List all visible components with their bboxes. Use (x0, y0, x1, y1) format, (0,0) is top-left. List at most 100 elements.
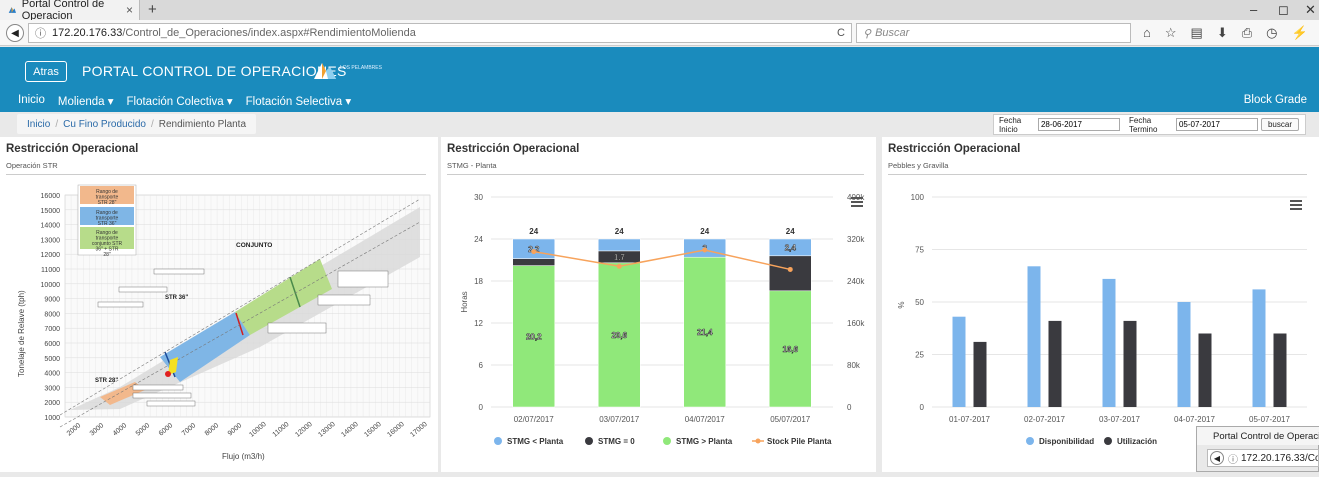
x-tick-label: 03-07-2017 (1099, 415, 1140, 424)
diagram-xtick-label: 13000 (317, 421, 336, 439)
x-tick-label: 01-07-2017 (949, 415, 990, 424)
bar-segment (598, 238, 641, 252)
new-tab-button[interactable]: + (148, 1, 157, 18)
diagram-ytick-label: 7000 (44, 326, 60, 333)
bar-utilizacion (1273, 333, 1287, 407)
diagram-ytick-label: 4000 (44, 371, 60, 378)
label-str36: STR 36" (165, 295, 188, 301)
diagram-ytick-label: 9000 (44, 297, 60, 304)
reading-list-icon[interactable]: ▤ (1191, 25, 1203, 41)
x-tick-label: 04-07-2017 (1174, 415, 1215, 424)
back-arrow-icon[interactable]: ◀ (6, 24, 24, 42)
second-window-address-bar[interactable]: ◀ ⓘ 172.20.176.33/Co (1207, 449, 1319, 467)
diagram-xtick-label: 7000 (181, 422, 198, 437)
history-icon[interactable]: ◷ (1266, 25, 1277, 41)
x-tick-label: 02-07-2017 (1024, 415, 1065, 424)
stock-pile-point (616, 263, 622, 269)
stock-pile-point (531, 249, 537, 255)
legend-entry: Rango de transporte STR 28" (96, 189, 119, 206)
reload-icon[interactable]: C (837, 27, 845, 39)
minimize-button[interactable]: – (1250, 2, 1257, 17)
legend-item: Stock Pile Planta (767, 437, 832, 446)
panel-operacion-str: Restricción Operacional Operación STR Ra… (0, 137, 438, 472)
breadcrumb-current: Rendimiento Planta (158, 118, 247, 130)
portal-title: PORTAL CONTROL DE OPERACIONES (82, 63, 347, 79)
panel-divider (888, 174, 1307, 175)
diagram-xtick-label: 14000 (340, 421, 359, 439)
stock-pile-point (787, 266, 793, 272)
y-tick-label: 50 (915, 298, 924, 307)
legend-marker (1104, 437, 1112, 445)
end-date-input[interactable] (1175, 118, 1258, 131)
home-icon[interactable]: ⌂ (1143, 25, 1151, 41)
diagram-xlabel: Flujo (m3/h) (222, 452, 265, 461)
legend-item: STMG < Planta (507, 437, 564, 446)
bar-disponibilidad (952, 316, 966, 407)
legend-marker (494, 437, 502, 445)
diagram-ytick-label: 11000 (41, 267, 60, 274)
menu-item-inicio[interactable]: Inicio (18, 94, 45, 108)
search-field[interactable]: ⚲ Buscar (856, 23, 1131, 43)
panel-divider (447, 174, 864, 175)
diagram-xtick-label: 8000 (204, 422, 221, 437)
bar-data-label: 20,2 (526, 332, 542, 341)
panel-stmg-planta: Restricción Operacional STMG - Planta 0 6… (441, 137, 876, 472)
red-point-marker (165, 371, 171, 377)
bookmark-star-icon[interactable]: ☆ (1165, 25, 1177, 41)
end-date-label: Fecha Termino (1128, 115, 1158, 134)
breadcrumb-cu-fino[interactable]: Cu Fino Producido (63, 119, 146, 130)
menu-item-flotacion-selectiva[interactable]: Flotación Selectiva ▾ (246, 94, 352, 108)
print-icon[interactable]: ⎙ (1242, 25, 1252, 41)
panel-pebbles-gravilla: Restricción Operacional Pebbles y Gravil… (882, 137, 1319, 472)
bar-data-label: 21,4 (697, 328, 713, 337)
close-window-button[interactable]: ✕ (1305, 2, 1316, 18)
y2-tick-label: 320k (847, 235, 865, 244)
download-icon[interactable]: ⬇ (1217, 25, 1228, 41)
diagram-ytick-label: 8000 (44, 311, 60, 318)
search-button[interactable]: buscar (1260, 118, 1299, 131)
diagram-xtick-label: 11000 (272, 421, 291, 439)
extension-icon[interactable]: ⚡ (1291, 25, 1307, 41)
address-bar[interactable]: ⓘ 172.20.176.33 /Control_de_Operaciones/… (28, 23, 852, 43)
breadcrumb-inicio[interactable]: Inicio (27, 119, 50, 130)
y2-tick-label: 400k (847, 193, 865, 202)
back-arrow-icon[interactable]: ◀ (1210, 451, 1224, 465)
caret-down-icon: ▾ (226, 96, 233, 108)
menu-item-label: Flotación Selectiva (245, 96, 343, 108)
x-tick-label: 02/07/2017 (514, 415, 555, 424)
browser-tab[interactable]: Portal Control de Operacion × (0, 0, 140, 22)
y2-tick-label: 240k (847, 277, 865, 286)
second-browser-window[interactable]: Portal Control de Operacio ◀ ⓘ 172.20.17… (1196, 426, 1319, 472)
search-placeholder: Buscar (875, 27, 910, 39)
bar-total-label: 24 (786, 227, 795, 236)
second-window-info-icon: ⓘ (1228, 454, 1238, 466)
diagram-xtick-label: 15000 (363, 421, 382, 439)
legend-marker (755, 438, 761, 444)
diagram-ytick-label: 12000 (41, 252, 61, 259)
diagram-ytick-label: 10000 (41, 282, 61, 289)
menu-item-molienda[interactable]: Molienda ▾ (58, 94, 114, 108)
start-date-input[interactable] (1037, 118, 1120, 131)
menu-item-flotacion-colectiva[interactable]: Flotación Colectiva ▾ (127, 94, 233, 108)
bar-utilizacion (1198, 333, 1212, 407)
bar-total-label: 24 (615, 227, 624, 236)
diagram-xtick-label: 2000 (66, 422, 83, 437)
bar-data-label: 2,4 (785, 243, 797, 252)
bar-disponibilidad (1177, 302, 1191, 407)
second-window-tab[interactable]: Portal Control de Operacio (1197, 427, 1319, 445)
diagram-xtick-label: 9000 (227, 422, 244, 437)
diagram-xtick-label: 10000 (248, 421, 267, 439)
menu-item-block-grade[interactable]: Block Grade (1244, 94, 1307, 106)
bar-data-label: 16,6 (782, 345, 798, 354)
legend-marker (663, 437, 671, 445)
panel-title: Restricción Operacional (888, 143, 1021, 155)
bar-total-label: 24 (700, 227, 709, 236)
close-tab-icon[interactable]: × (126, 3, 133, 17)
diagram-xtick-label: 6000 (158, 422, 175, 437)
company-logo-text: LOS PELAMBRES (340, 65, 382, 71)
bar-disponibilidad (1252, 289, 1266, 407)
maximize-button[interactable]: ◻ (1278, 2, 1289, 18)
menu-item-label: Inicio (18, 94, 45, 106)
info-icon[interactable]: ⓘ (35, 25, 46, 41)
back-button[interactable]: Atras (25, 61, 67, 82)
